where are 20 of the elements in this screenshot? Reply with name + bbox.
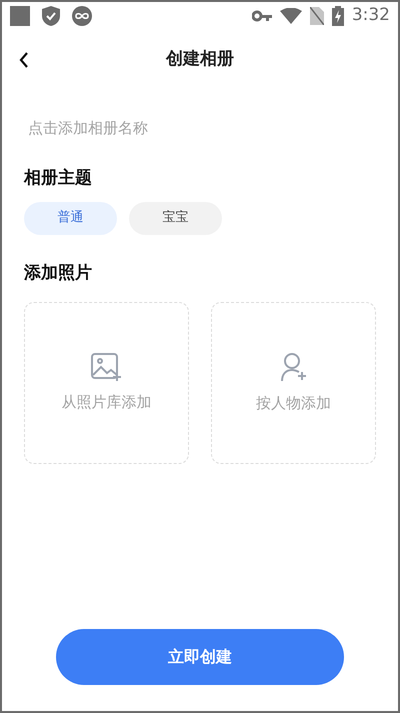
- battery-charging-icon: [332, 6, 344, 26]
- theme-chip[interactable]: 宝宝: [129, 202, 222, 234]
- page-title: 创建相册: [166, 48, 234, 72]
- square-icon: [10, 6, 30, 26]
- person-add-icon: [280, 352, 308, 382]
- shield-check-icon: [42, 6, 60, 26]
- clock: 3:32: [352, 4, 390, 28]
- no-sim-icon: [310, 7, 324, 25]
- image-add-icon: [90, 352, 122, 381]
- wifi-icon: [280, 8, 302, 24]
- key-icon: [252, 10, 272, 22]
- theme-chip[interactable]: 普通: [24, 202, 117, 234]
- add-photo-card[interactable]: 按人物添加: [211, 302, 376, 464]
- create-button[interactable]: 立即创建: [56, 629, 344, 685]
- add-photo-card[interactable]: 从照片库添加: [24, 302, 189, 464]
- theme-heading: 相册主题: [24, 167, 93, 190]
- album-name-field[interactable]: 点击添加相册名称: [28, 114, 372, 142]
- photos-heading: 添加照片: [24, 262, 93, 284]
- back-icon: [19, 52, 29, 68]
- infinity-icon: [72, 6, 92, 26]
